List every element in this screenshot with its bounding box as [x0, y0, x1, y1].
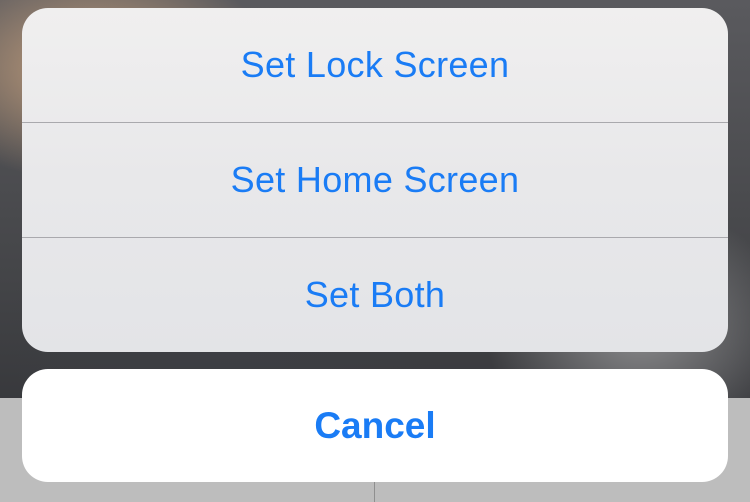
cancel-button[interactable]: Cancel — [22, 369, 728, 482]
set-home-screen-button[interactable]: Set Home Screen — [22, 123, 728, 238]
set-lock-screen-button[interactable]: Set Lock Screen — [22, 8, 728, 123]
set-both-button[interactable]: Set Both — [22, 238, 728, 352]
action-sheet-options: Set Lock Screen Set Home Screen Set Both — [22, 8, 728, 352]
